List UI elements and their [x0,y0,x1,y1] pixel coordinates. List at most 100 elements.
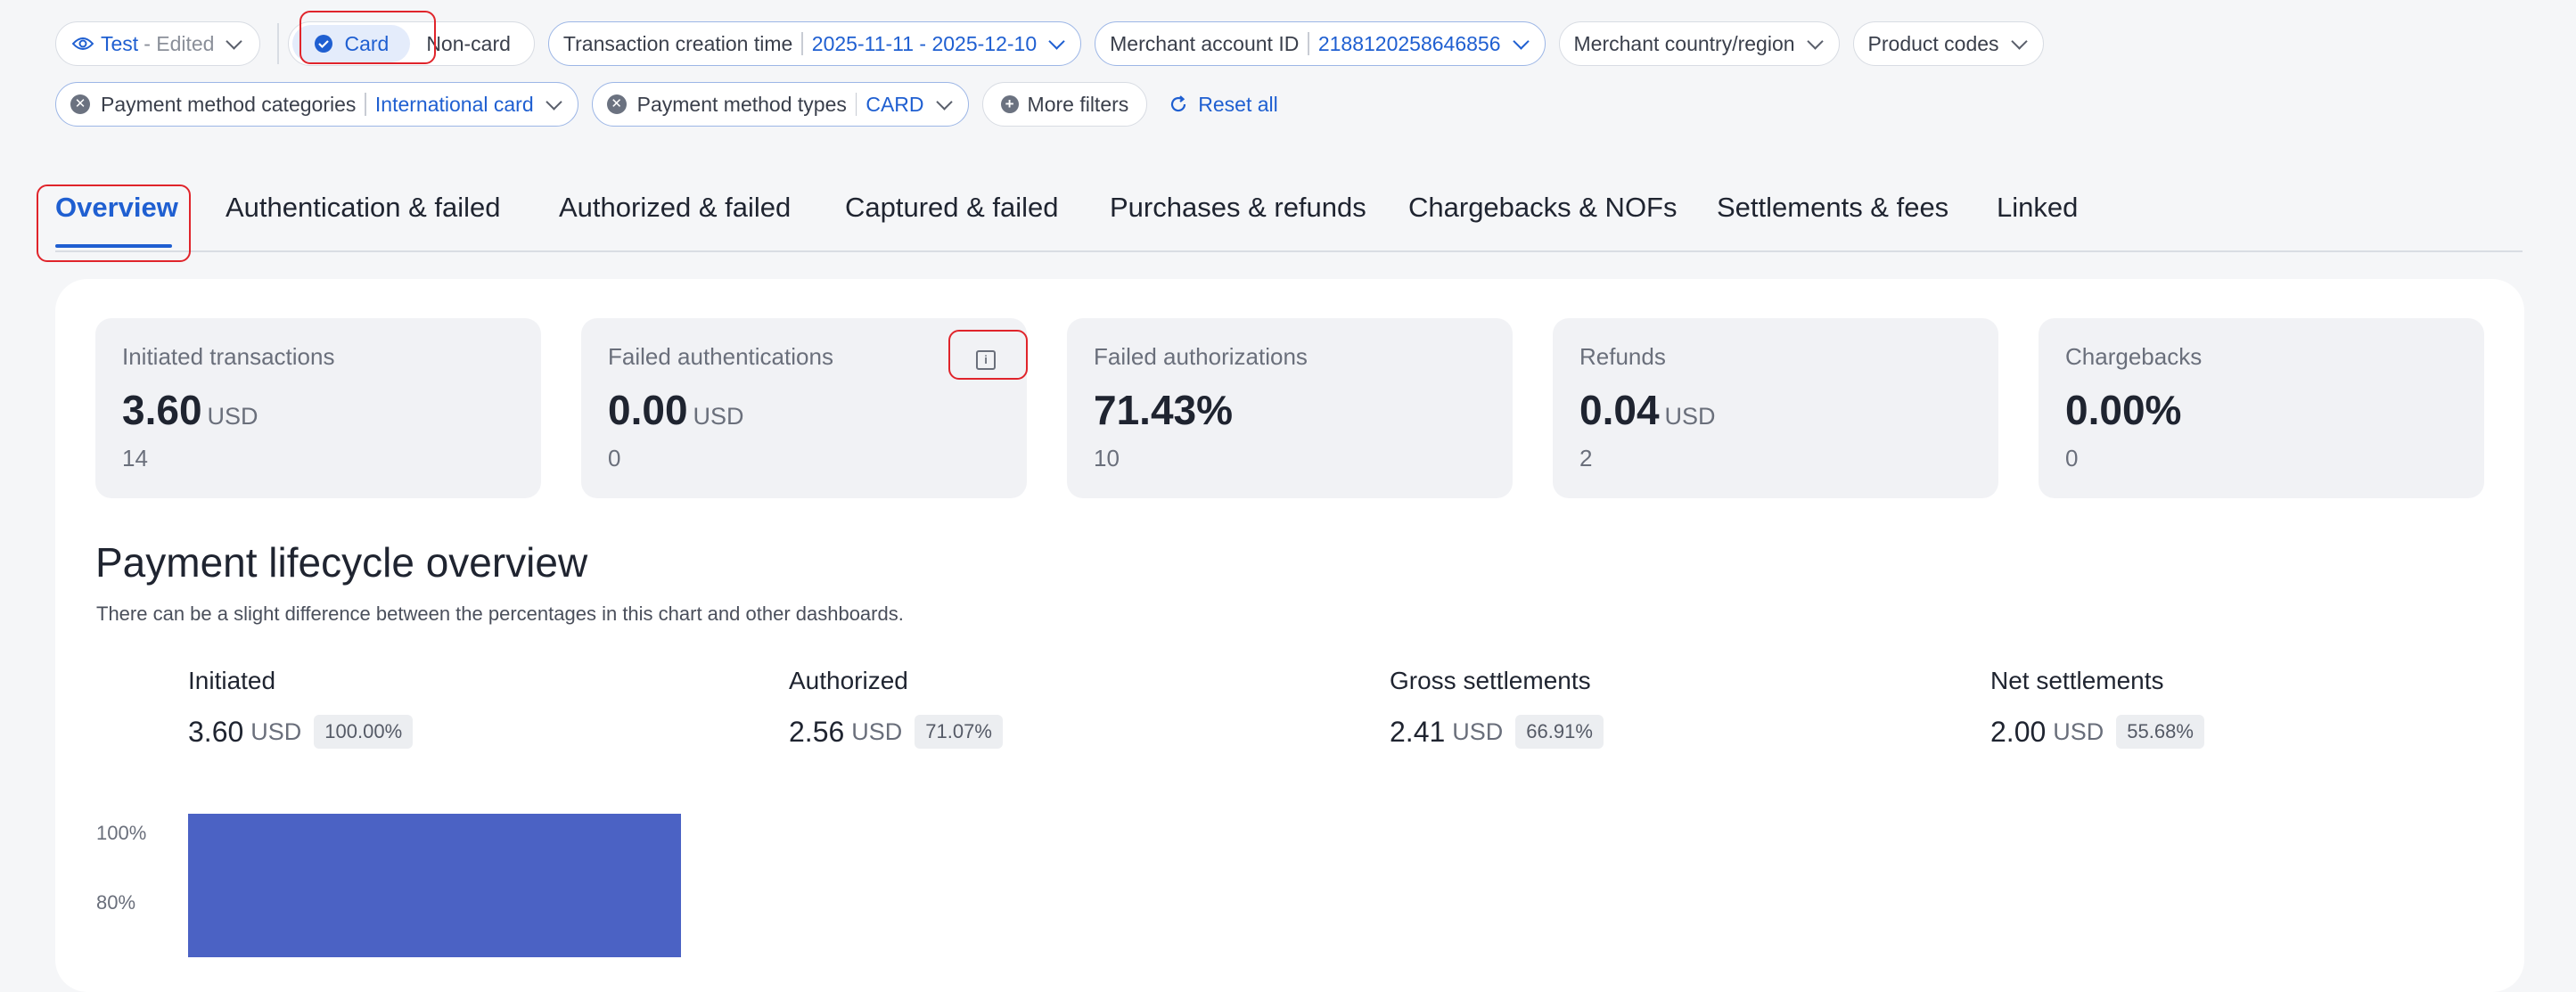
metric-value: 0.00 USD [608,386,744,434]
stage-unit: USD [1452,717,1504,745]
merchant-country-filter[interactable]: Merchant country/region [1558,21,1840,66]
tab-linked[interactable]: Linked [1997,192,2078,224]
merchant-account-value: 2188120258646856 [1317,31,1501,55]
y-tick-label: 80% [96,891,136,914]
metric-label: Initiated transactions [122,343,335,370]
test-env-label: Test [101,31,139,55]
metric-value: 3.60 USD [122,386,258,434]
metric-value: 0.00% [2065,386,2186,434]
pm-types-value: CARD [866,92,924,116]
bar-initiated[interactable] [188,814,681,957]
metric-count: 10 [1094,445,1120,471]
test-env-suffix: - Edited [144,31,215,55]
metric-label: Chargebacks [2065,343,2203,370]
stage-label: Authorized [789,667,908,694]
noncard-toggle-label: Non-card [426,31,511,55]
metric-amount: 0.00% [2065,387,2182,433]
chevron-down-icon [2010,32,2028,50]
stage-amount: 3.60 [188,715,244,748]
metric-card-initiated: Initiated transactions 3.60 USD 14 [95,318,541,498]
stage-unit: USD [851,717,903,745]
stage-label: Net settlements [1990,667,2164,694]
highlight-box-overview-tab [37,184,191,262]
stage-percent-badge: 71.07% [915,715,1003,749]
metric-amount: 71.43% [1094,387,1234,433]
metric-label: Failed authentications [608,343,833,370]
highlight-box-info-icon [948,330,1028,380]
product-codes-filter[interactable]: Product codes [1852,21,2044,66]
chevron-down-icon [1806,32,1824,50]
lifecycle-title: Payment lifecycle overview [95,539,588,586]
stage-amount: 2.00 [1990,715,2047,748]
dashboard-tabs: Overview Authentication & failed Authori… [55,183,2523,252]
filter-row-2: ✕ Payment method categories Internationa… [55,82,1278,127]
more-filters-button[interactable]: + More filters [981,82,1148,127]
metric-card-failed-authorizations: Failed authorizations 71.43% 10 [1067,318,1513,498]
reset-all-button[interactable]: Reset all [1168,92,1278,117]
stage-unit: USD [250,717,302,745]
stage-initiated: Initiated 3.60 USD 100.00% [188,667,414,749]
stage-percent-badge: 66.91% [1515,715,1604,749]
clear-icon[interactable]: ✕ [70,94,90,114]
highlight-box-card-toggle [299,11,436,64]
y-tick-label: 100% [96,822,147,844]
stage-gross-settlements: Gross settlements 2.41 USD 66.91% [1390,667,1604,749]
metric-count: 0 [608,445,621,471]
stage-values: 2.41 USD 66.91% [1390,715,1604,749]
clear-icon[interactable]: ✕ [606,94,627,114]
metric-amount: 0.04 [1579,387,1660,433]
metric-unit: USD [693,403,744,430]
merchant-account-filter[interactable]: Merchant account ID 2188120258646856 [1095,21,1546,66]
tab-purchases-refunds[interactable]: Purchases & refunds [1110,192,1366,224]
merchant-account-label: Merchant account ID [1110,31,1300,55]
metric-unit: USD [207,403,258,430]
metric-card-chargebacks: Chargebacks 0.00% 0 [2039,318,2484,498]
test-env-chip[interactable]: Test - Edited [55,21,261,66]
tab-settlements-fees[interactable]: Settlements & fees [1717,192,1948,224]
tab-authorized[interactable]: Authorized & failed [559,192,791,224]
chip-separator [1308,32,1309,55]
chip-separator [801,32,803,55]
stage-values: 2.00 USD 55.68% [1990,715,2204,749]
chevron-down-icon [545,93,562,111]
lifecycle-subtitle: There can be a slight difference between… [96,603,904,625]
metric-unit: USD [1664,403,1716,430]
creation-time-filter[interactable]: Transaction creation time 2025-11-11 - 2… [547,21,1082,66]
pm-categories-filter[interactable]: ✕ Payment method categories Internationa… [55,82,578,127]
stage-net-settlements: Net settlements 2.00 USD 55.68% [1990,667,2204,749]
stage-authorized: Authorized 2.56 USD 71.07% [789,667,1003,749]
tab-captured[interactable]: Captured & failed [845,192,1059,224]
reset-all-label: Reset all [1198,92,1278,116]
metric-count: 2 [1579,445,1593,471]
eye-icon [72,37,94,50]
metric-value: 0.04 USD [1579,386,1716,434]
chevron-down-icon [226,32,243,50]
pm-types-filter[interactable]: ✕ Payment method types CARD [591,82,969,127]
metric-count: 14 [122,445,148,471]
metric-count: 0 [2065,445,2079,471]
more-filters-label: More filters [1027,92,1129,116]
stage-label: Initiated [188,667,276,694]
stage-amount: 2.41 [1390,715,1446,748]
stage-percent-badge: 55.68% [2116,715,2204,749]
filter-divider [277,23,280,64]
merchant-country-label: Merchant country/region [1573,31,1795,55]
stage-values: 2.56 USD 71.07% [789,715,1003,749]
pm-categories-value: International card [374,92,534,116]
metric-label: Refunds [1579,343,1666,370]
stage-values: 3.60 USD 100.00% [188,715,414,749]
creation-time-label: Transaction creation time [562,31,793,55]
plus-icon: + [1000,95,1019,113]
creation-time-value: 2025-11-11 - 2025-12-10 [811,31,1038,55]
metric-label: Failed authorizations [1094,343,1308,370]
chip-separator [855,93,857,116]
stage-unit: USD [2053,717,2104,745]
metric-amount: 3.60 [122,387,202,433]
stage-amount: 2.56 [789,715,845,748]
tab-chargebacks[interactable]: Chargebacks & NOFs [1408,192,1678,224]
product-codes-label: Product codes [1867,31,1999,55]
tab-authentication[interactable]: Authentication & failed [226,192,501,224]
chevron-down-icon [935,93,953,111]
stage-percent-badge: 100.00% [314,715,414,749]
refresh-icon [1171,95,1186,112]
